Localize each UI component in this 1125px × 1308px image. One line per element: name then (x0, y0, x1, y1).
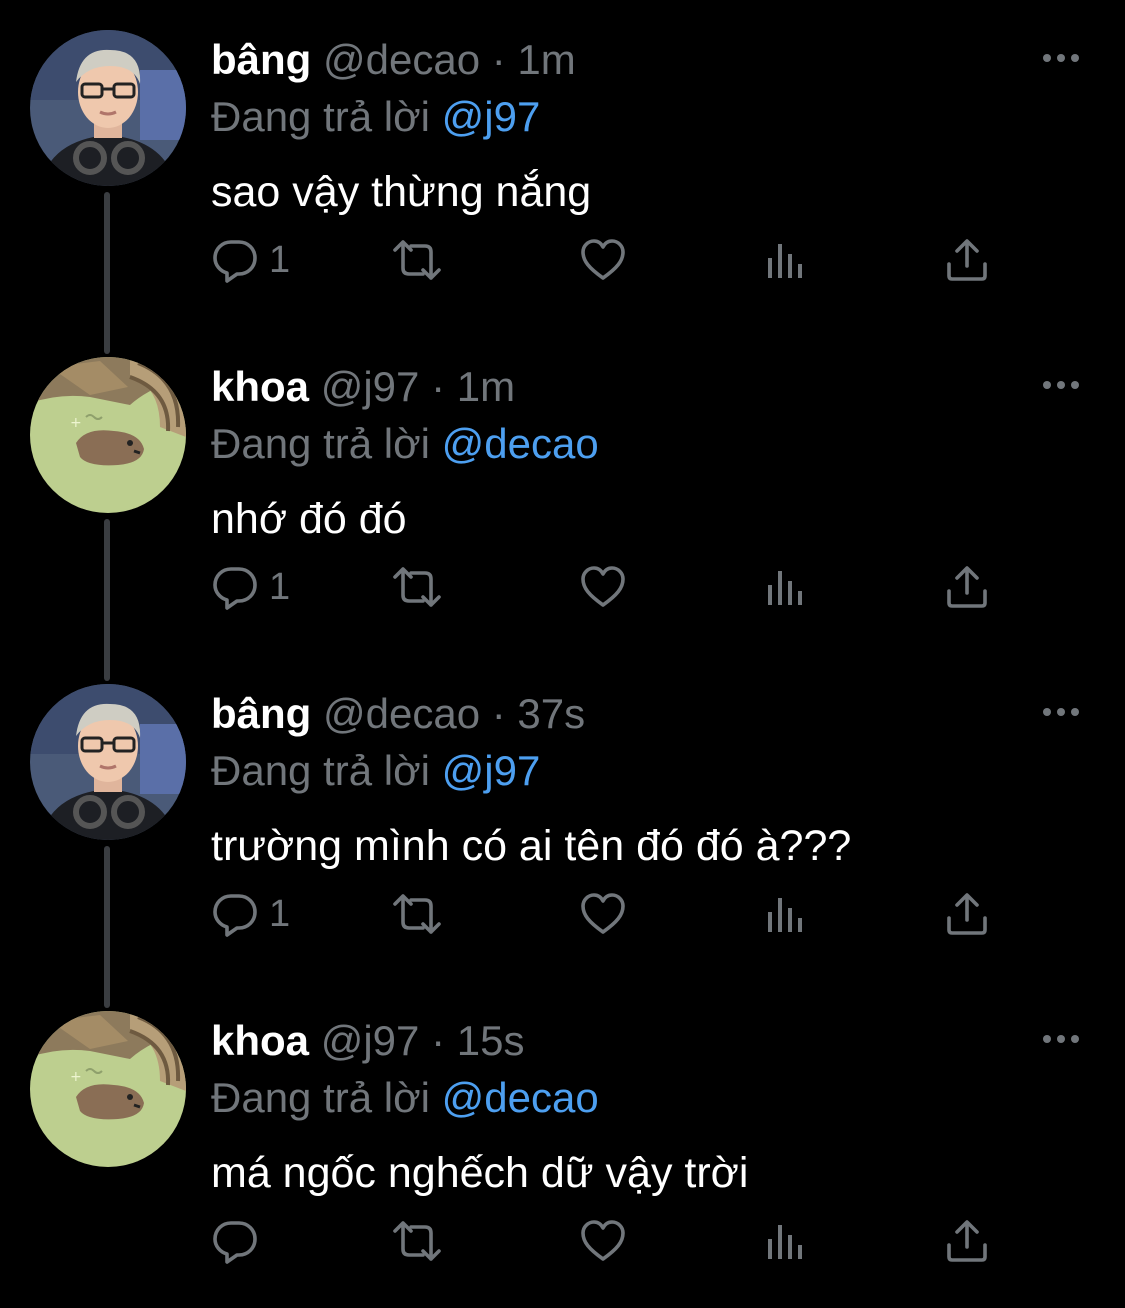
reply-button[interactable]: 1 (211, 232, 290, 288)
tweet-actions: 1 (211, 232, 1011, 288)
tweet-header: khoa @j97 · 15s (211, 1017, 524, 1065)
share-icon (943, 1217, 991, 1265)
tweet-header: bâng @decao · 37s (211, 690, 585, 738)
more-options-icon[interactable] (1040, 48, 1082, 68)
views-button[interactable] (762, 559, 810, 615)
user-handle[interactable]: @decao (323, 36, 480, 83)
timestamp[interactable]: 1m (517, 36, 575, 83)
tweet[interactable]: khoa @j97 · 15s Đang trả lời @decao má n… (0, 981, 1125, 1308)
retweet-icon (389, 890, 445, 938)
share-button[interactable] (943, 232, 991, 288)
views-icon (762, 890, 810, 938)
tweet[interactable]: bâng @decao · 1m Đang trả lời @j97 sao v… (0, 0, 1125, 327)
separator-dot: · (431, 363, 446, 410)
share-icon (943, 563, 991, 611)
tweet-header: bâng @decao · 1m (211, 36, 576, 84)
heart-icon (579, 890, 627, 938)
retweet-button[interactable] (389, 1213, 445, 1269)
timestamp[interactable]: 1m (457, 363, 515, 410)
like-button[interactable] (579, 886, 627, 942)
separator-dot: · (431, 1017, 446, 1064)
retweet-icon (389, 1217, 445, 1265)
mention-link[interactable]: @decao (442, 1074, 599, 1121)
more-options-icon[interactable] (1040, 1029, 1082, 1049)
more-options-icon[interactable] (1040, 375, 1082, 395)
retweet-icon (389, 563, 445, 611)
share-button[interactable] (943, 1213, 991, 1269)
display-name[interactable]: bâng (211, 36, 311, 83)
avatar[interactable] (30, 30, 186, 186)
replying-to-label: Đang trả lời (211, 420, 430, 467)
views-button[interactable] (762, 1213, 810, 1269)
tweet-actions: 1 (211, 886, 1011, 942)
replying-to: Đang trả lời @j97 (211, 92, 540, 142)
avatar-image (30, 30, 186, 186)
timestamp[interactable]: 15s (457, 1017, 525, 1064)
replying-to-label: Đang trả lời (211, 1074, 430, 1121)
heart-icon (579, 1217, 627, 1265)
display-name[interactable]: bâng (211, 690, 311, 737)
replying-to: Đang trả lời @j97 (211, 746, 540, 796)
tweet-text: trường mình có ai tên đó đó à??? (211, 822, 852, 870)
avatar[interactable] (30, 357, 186, 513)
avatar-image (30, 1011, 186, 1167)
share-icon (943, 236, 991, 284)
like-button[interactable] (579, 1213, 627, 1269)
display-name[interactable]: khoa (211, 363, 309, 410)
tweet-header: khoa @j97 · 1m (211, 363, 515, 411)
reply-button[interactable]: 1 (211, 559, 290, 615)
heart-icon (579, 563, 627, 611)
separator-dot: · (491, 36, 506, 83)
replying-to: Đang trả lời @decao (211, 419, 599, 469)
reply-icon (211, 236, 259, 284)
tweet-text: má ngốc nghếch dữ vậy trời (211, 1149, 749, 1197)
retweet-icon (389, 236, 445, 284)
tweet[interactable]: khoa @j97 · 1m Đang trả lời @decao nhớ đ… (0, 327, 1125, 654)
avatar-image (30, 357, 186, 513)
tweet-text: sao vậy thừng nắng (211, 168, 592, 216)
reply-button[interactable] (211, 1213, 269, 1269)
replying-to-label: Đang trả lời (211, 747, 430, 794)
tweet-actions (211, 1213, 1011, 1269)
user-handle[interactable]: @decao (323, 690, 480, 737)
heart-icon (579, 236, 627, 284)
reply-count: 1 (269, 892, 291, 935)
avatar[interactable] (30, 684, 186, 840)
timestamp[interactable]: 37s (517, 690, 585, 737)
tweet-actions: 1 (211, 559, 1011, 615)
retweet-button[interactable] (389, 559, 445, 615)
replying-to-label: Đang trả lời (211, 93, 430, 140)
more-options-icon[interactable] (1040, 702, 1082, 722)
mention-link[interactable]: @j97 (442, 93, 541, 140)
reply-icon (211, 890, 259, 938)
reply-button[interactable]: 1 (211, 886, 290, 942)
reply-icon (211, 563, 259, 611)
tweet[interactable]: bâng @decao · 37s Đang trả lời @j97 trườ… (0, 654, 1125, 981)
like-button[interactable] (579, 559, 627, 615)
mention-link[interactable]: @j97 (442, 747, 541, 794)
share-button[interactable] (943, 559, 991, 615)
like-button[interactable] (579, 232, 627, 288)
replying-to: Đang trả lời @decao (211, 1073, 599, 1123)
reply-count: 1 (269, 238, 291, 281)
views-icon (762, 563, 810, 611)
views-button[interactable] (762, 232, 810, 288)
tweet-text: nhớ đó đó (211, 495, 407, 543)
avatar-image (30, 684, 186, 840)
retweet-button[interactable] (389, 886, 445, 942)
display-name[interactable]: khoa (211, 1017, 309, 1064)
avatar[interactable] (30, 1011, 186, 1167)
retweet-button[interactable] (389, 232, 445, 288)
views-icon (762, 236, 810, 284)
reply-count: 1 (269, 565, 291, 608)
reply-icon (211, 1217, 259, 1265)
user-handle[interactable]: @j97 (321, 1017, 420, 1064)
separator-dot: · (491, 690, 506, 737)
share-button[interactable] (943, 886, 991, 942)
views-icon (762, 1217, 810, 1265)
share-icon (943, 890, 991, 938)
user-handle[interactable]: @j97 (321, 363, 420, 410)
views-button[interactable] (762, 886, 810, 942)
mention-link[interactable]: @decao (442, 420, 599, 467)
